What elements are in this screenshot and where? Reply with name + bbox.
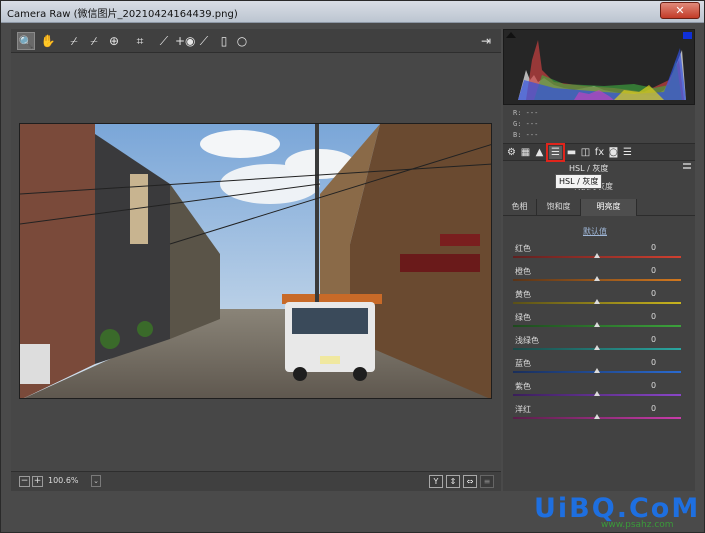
slider-label: 蓝色: [515, 359, 531, 368]
slider-value[interactable]: 0: [651, 335, 656, 344]
red-eye-tool-icon[interactable]: +◉: [175, 32, 196, 50]
tone-curve-icon[interactable]: ▦: [519, 146, 532, 159]
hand-tool-icon[interactable]: ✋: [39, 32, 57, 50]
adjustment-panel: R: --- G: --- B: --- ⚙ ▦ ▲ ☰ ▬ ◫ fx ◙ ☰ …: [503, 29, 695, 491]
slider-label: 红色: [515, 244, 531, 253]
straighten-tool-icon[interactable]: ⟋: [155, 32, 173, 50]
slider-value[interactable]: 0: [651, 243, 656, 252]
red-readout: R: ---: [513, 109, 539, 117]
highlight-clipping-icon[interactable]: [683, 32, 692, 39]
basic-panel-icon[interactable]: ⚙: [505, 146, 518, 159]
crop-tool-icon[interactable]: ⌗: [131, 32, 149, 50]
slider-orange[interactable]: 橙色 0: [503, 266, 695, 289]
presets-icon[interactable]: ☰: [621, 146, 634, 159]
slider-aqua[interactable]: 浅绿色 0: [503, 335, 695, 358]
slider-purple[interactable]: 紫色 0: [503, 381, 695, 404]
tab-saturation[interactable]: 饱和度: [537, 199, 581, 216]
slider-magenta[interactable]: 洋红 0: [503, 404, 695, 427]
radial-filter-icon[interactable]: ○: [233, 32, 251, 50]
slider-red[interactable]: 红色 0: [503, 243, 695, 266]
shadow-clipping-icon[interactable]: [506, 32, 516, 38]
white-balance-tool-icon[interactable]: ⌿: [65, 32, 83, 50]
panel-tabs: ⚙ ▦ ▲ ☰ ▬ ◫ fx ◙ ☰: [503, 143, 695, 162]
default-link[interactable]: 默认值: [583, 226, 607, 237]
slider-value[interactable]: 0: [651, 404, 656, 413]
slider-value[interactable]: 0: [651, 381, 656, 390]
slider-thumb[interactable]: [594, 414, 600, 419]
slider-label: 洋红: [515, 405, 531, 414]
effects-icon[interactable]: fx: [593, 146, 606, 159]
zoom-level: 100.6%: [48, 476, 79, 485]
histogram: [503, 29, 695, 105]
histogram-graph: [518, 40, 686, 100]
watermark-url: www.psahz.com: [601, 520, 674, 530]
slider-label: 黄色: [515, 290, 531, 299]
tool-bar: 🔍 ✋ ⌿ ⌿ ⊕ ⌗ ⟋ +◉ ⟋ ▯ ○ ⇥: [11, 29, 501, 53]
hsl-section-title: HSL / 灰度: [569, 164, 609, 173]
slider-yellow[interactable]: 黄色 0: [503, 289, 695, 312]
slider-label: 紫色: [515, 382, 531, 391]
image-preview-area: [11, 53, 501, 471]
view-menu-button[interactable]: ≡: [480, 475, 494, 488]
swap-before-after-button[interactable]: ⇕: [446, 475, 460, 488]
zoom-out-button[interactable]: −: [19, 476, 30, 487]
street-photo-illustration: [20, 124, 491, 398]
hsl-tabs: 色相 饱和度 明亮度: [503, 199, 695, 216]
slider-blue[interactable]: 蓝色 0: [503, 358, 695, 381]
status-bar: − + 100.6% ⌄ Y ⇕ ⇔ ≡: [11, 471, 501, 491]
slider-thumb[interactable]: [594, 322, 600, 327]
copy-settings-button[interactable]: ⇔: [463, 475, 477, 488]
slider-thumb[interactable]: [594, 368, 600, 373]
graduated-filter-icon[interactable]: ▯: [215, 32, 233, 50]
slider-thumb[interactable]: [594, 276, 600, 281]
slider-thumb[interactable]: [594, 391, 600, 396]
camera-calibration-icon[interactable]: ◙: [607, 146, 620, 159]
zoom-dropdown[interactable]: ⌄: [91, 475, 101, 487]
street-photo: [19, 123, 492, 399]
split-toning-icon[interactable]: ▬: [565, 146, 578, 159]
hsl-panel-icon[interactable]: ☰: [546, 143, 565, 162]
slider-thumb[interactable]: [594, 345, 600, 350]
color-sampler-tool-icon[interactable]: ⌿: [85, 32, 103, 50]
blue-readout: B: ---: [513, 131, 539, 139]
slider-value[interactable]: 0: [651, 358, 656, 367]
window-title: Camera Raw (微信图片_20210424164439.png): [7, 9, 238, 20]
tab-hue[interactable]: 色相: [503, 199, 537, 216]
zoom-in-button[interactable]: +: [32, 476, 43, 487]
close-button[interactable]: ✕: [660, 2, 700, 19]
preview-pane: 🔍 ✋ ⌿ ⌿ ⊕ ⌗ ⟋ +◉ ⟋ ▯ ○ ⇥ − + 100.6% ⌄ Y …: [11, 29, 501, 491]
slider-green[interactable]: 绿色 0: [503, 312, 695, 335]
adjustment-brush-icon[interactable]: ⟋: [195, 32, 213, 50]
targeted-adjustment-tool-icon[interactable]: ⊕: [105, 32, 123, 50]
slider-value[interactable]: 0: [651, 289, 656, 298]
slider-label: 浅绿色: [515, 336, 539, 345]
slider-value[interactable]: 0: [651, 312, 656, 321]
detail-icon[interactable]: ▲: [533, 146, 546, 159]
slider-value[interactable]: 0: [651, 266, 656, 275]
view-y-button[interactable]: Y: [429, 475, 443, 488]
slider-thumb[interactable]: [594, 299, 600, 304]
slider-label: 绿色: [515, 313, 531, 322]
camera-raw-window: Camera Raw (微信图片_20210424164439.png) ✕ 🔍…: [0, 0, 705, 533]
fullscreen-icon[interactable]: ⇥: [477, 32, 495, 50]
zoom-tool-icon[interactable]: 🔍: [17, 32, 35, 50]
slider-thumb[interactable]: [594, 253, 600, 258]
lens-corrections-icon[interactable]: ◫: [579, 146, 592, 159]
slider-label: 橙色: [515, 267, 531, 276]
title-bar: Camera Raw (微信图片_20210424164439.png) ✕: [1, 1, 704, 23]
hsl-tooltip: HSL / 灰度: [555, 174, 603, 189]
green-readout: G: ---: [513, 120, 539, 128]
panel-menu-icon[interactable]: [683, 163, 691, 169]
tab-luminance[interactable]: 明亮度: [581, 199, 637, 216]
